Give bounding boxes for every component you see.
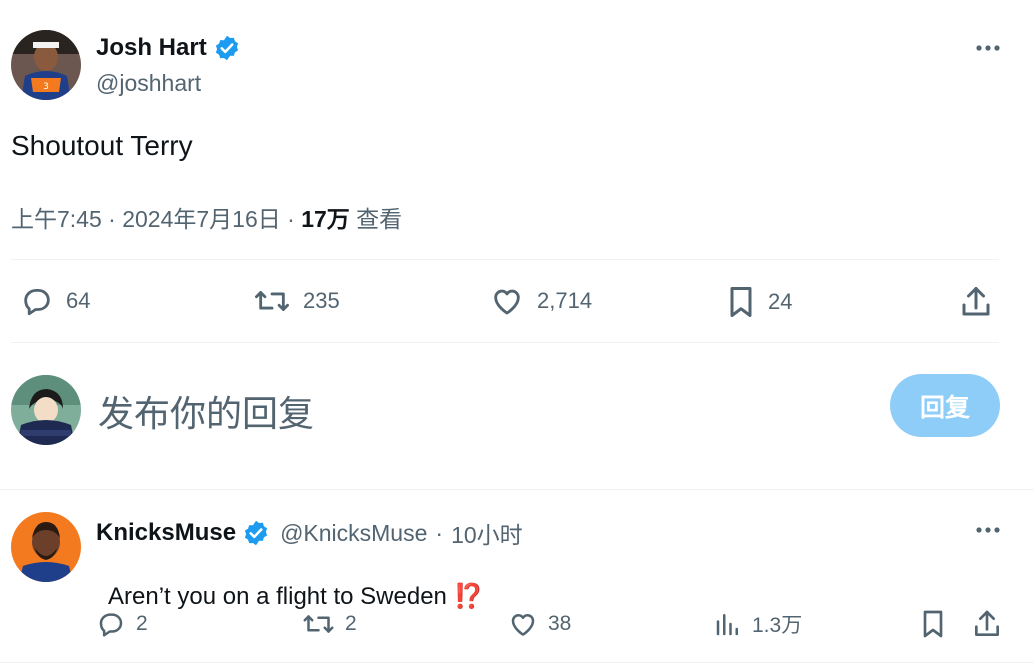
heart-icon bbox=[494, 289, 520, 315]
svg-text:3: 3 bbox=[43, 82, 49, 92]
view-count-label: 查看 bbox=[349, 206, 403, 232]
reply-share-action[interactable] bbox=[971, 608, 1003, 645]
reply-bookmark-action[interactable] bbox=[919, 608, 947, 645]
share-action[interactable] bbox=[958, 284, 994, 325]
reply-count: 64 bbox=[66, 288, 91, 313]
current-user-avatar[interactable] bbox=[11, 375, 81, 445]
more-options-icon[interactable] bbox=[974, 38, 1002, 58]
heart-icon bbox=[511, 614, 535, 636]
reply-button[interactable]: 回复 bbox=[890, 374, 1000, 437]
bookmark-action[interactable]: 24 bbox=[726, 284, 792, 320]
reply-author-handle[interactable]: @KnicksMuse bbox=[280, 520, 427, 547]
share-icon bbox=[962, 287, 990, 316]
reply-action[interactable]: 64 bbox=[20, 284, 90, 318]
divider bbox=[11, 259, 999, 260]
reply-reply-action[interactable]: 2 bbox=[96, 609, 148, 639]
retweet-icon bbox=[303, 615, 334, 633]
reply-author-name[interactable]: KnicksMuse bbox=[96, 519, 236, 547]
divider bbox=[11, 342, 999, 343]
more-options-icon[interactable] bbox=[974, 520, 1002, 540]
reply-input[interactable]: 发布你的回复 bbox=[98, 385, 798, 437]
current-user-avatar-image bbox=[11, 375, 81, 445]
verified-badge-icon bbox=[244, 520, 268, 546]
like-count: 2,714 bbox=[537, 288, 593, 313]
reply-retweet-action[interactable]: 2 bbox=[302, 609, 357, 639]
analytics-icon bbox=[716, 614, 738, 636]
reply-reply-count: 2 bbox=[136, 612, 148, 635]
like-action[interactable]: 2,714 bbox=[489, 284, 592, 318]
divider bbox=[0, 489, 1034, 490]
reply-separator: · bbox=[435, 519, 444, 546]
reply-icon bbox=[99, 613, 123, 637]
bookmark-icon bbox=[923, 610, 943, 638]
author-avatar-image: 3 bbox=[11, 30, 81, 100]
share-icon bbox=[975, 610, 999, 636]
retweet-count: 235 bbox=[303, 288, 340, 313]
bookmark-count: 24 bbox=[768, 289, 793, 314]
retweet-action[interactable]: 235 bbox=[253, 284, 340, 318]
divider bbox=[0, 662, 1034, 663]
author-name[interactable]: Josh Hart bbox=[96, 34, 207, 62]
retweet-icon bbox=[255, 291, 290, 311]
reply-view-count: 1.3万 bbox=[752, 614, 803, 637]
reply-like-action[interactable]: 38 bbox=[508, 609, 571, 639]
reply-retweet-count: 2 bbox=[345, 612, 357, 635]
reply-text: Aren’t you on a flight to Sweden ⁉️ bbox=[96, 554, 483, 611]
tweet-timestamp[interactable]: 上午7:45 · 2024年7月16日 · bbox=[11, 206, 301, 232]
view-count: 17万 bbox=[301, 206, 350, 232]
reply-author-avatar[interactable] bbox=[11, 512, 81, 582]
bookmark-icon bbox=[730, 287, 752, 317]
reply-author-avatar-image bbox=[11, 512, 81, 582]
reply-text-body: Aren’t you on a flight to Sweden bbox=[108, 583, 454, 610]
reply-timestamp[interactable]: 10小时 bbox=[451, 516, 523, 550]
verified-badge-icon bbox=[215, 35, 238, 61]
author-avatar[interactable]: 3 bbox=[11, 30, 81, 100]
tweet-meta: 上午7:45 · 2024年7月16日 · 17万 查看 bbox=[11, 200, 402, 234]
reply-icon bbox=[24, 288, 50, 316]
reply-views-action[interactable]: 1.3万 bbox=[714, 609, 802, 639]
interrobang-emoji: ⁉️ bbox=[453, 583, 484, 610]
reply-like-count: 38 bbox=[548, 612, 572, 635]
tweet-text: Shoutout Terry bbox=[11, 130, 193, 161]
author-handle[interactable]: @joshhart bbox=[96, 70, 201, 97]
